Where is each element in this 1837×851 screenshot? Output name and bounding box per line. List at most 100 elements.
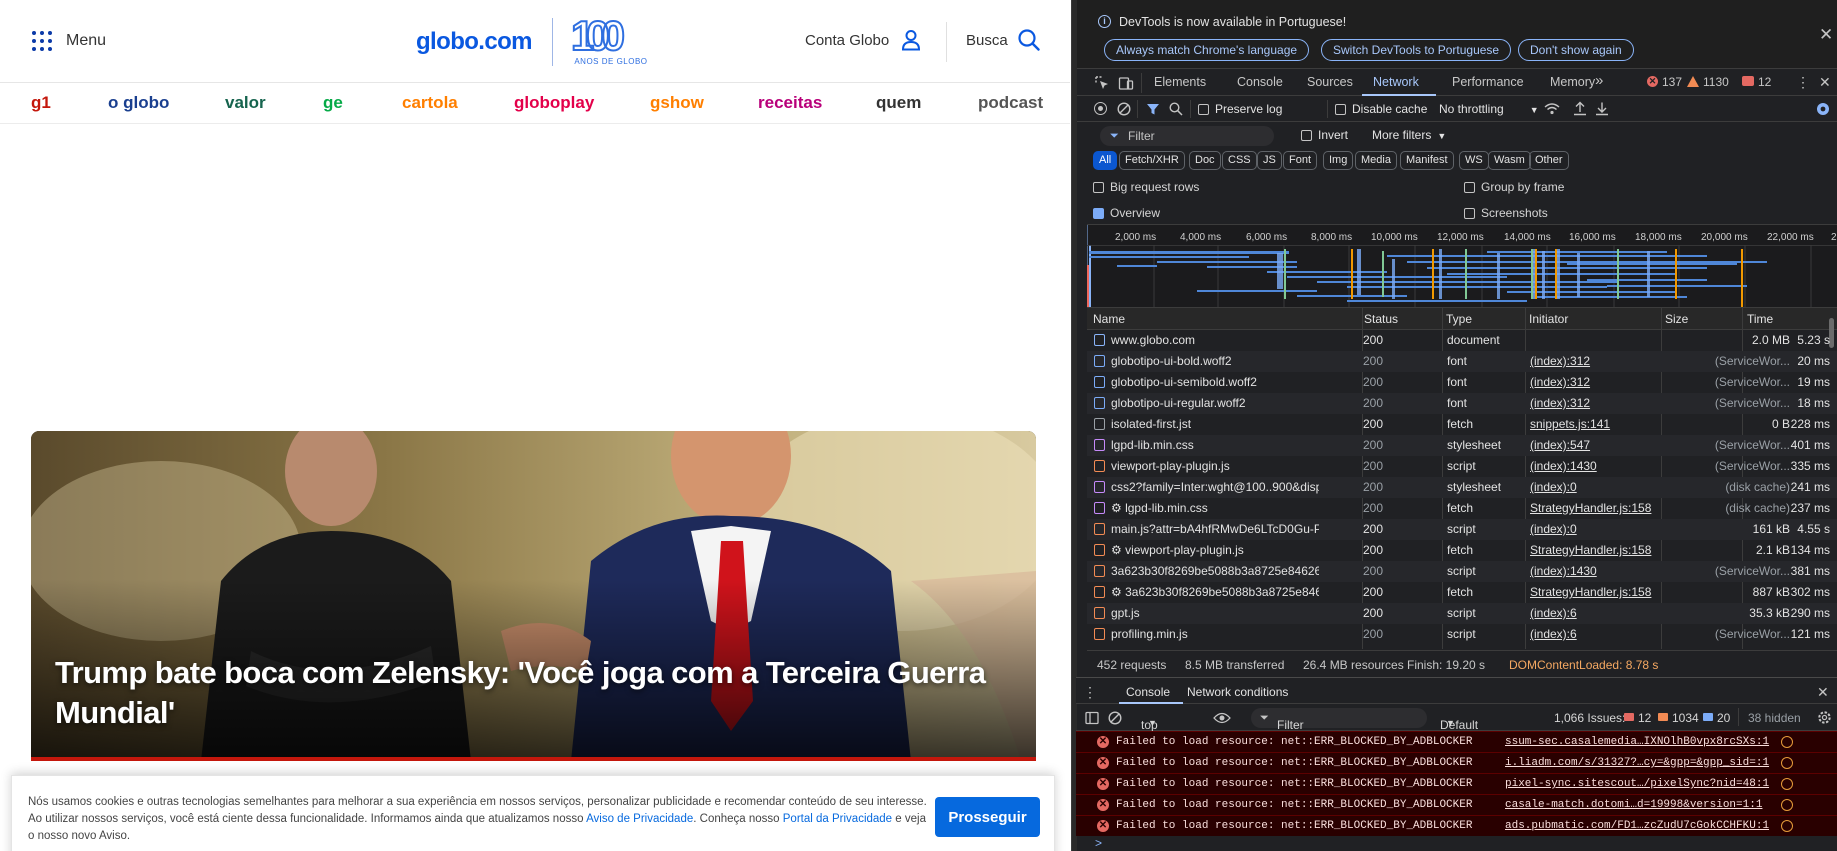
request-initiator[interactable]: (index):312 [1530,396,1665,410]
request-initiator[interactable]: (index):1430 [1530,459,1665,473]
request-initiator[interactable]: (index):6 [1530,606,1665,620]
request-row[interactable]: globotipo-ui-bold.woff2 200 font (index):31… [1087,351,1837,372]
account-button[interactable]: Conta Globo [805,29,921,51]
issues-label[interactable]: 1,066 Issues: [1554,711,1625,725]
device-toolbar-icon[interactable] [1118,75,1134,91]
column-size[interactable]: Size [1665,312,1688,326]
request-initiator[interactable]: (index):0 [1530,480,1665,494]
more-filters-dropdown[interactable]: More filters ▼ [1372,128,1446,142]
request-initiator[interactable]: StrategyHandler.js:158 [1530,585,1665,599]
request-name[interactable]: isolated-first.jst [1111,417,1319,431]
type-filter-js[interactable]: JS [1257,151,1282,170]
ai-insight-icon[interactable] [1781,736,1793,748]
screenshots-checkbox[interactable]: Screenshots [1464,206,1548,220]
brand-link-valor[interactable]: valor [225,93,266,113]
brand-link-quem[interactable]: quem [876,93,921,113]
network-overview-timeline[interactable]: 2,000 ms 4,000 ms 6,000 ms 8,000 ms 10,0… [1087,224,1837,308]
accept-cookies-button[interactable]: Prosseguir [935,797,1040,837]
clear-console-icon[interactable] [1108,711,1122,725]
privacy-notice-link[interactable]: Aviso de Privacidade [586,813,693,825]
brand-link-gshow[interactable]: gshow [650,93,704,113]
brand-link-globoplay[interactable]: globoplay [514,93,594,113]
type-filter-ws[interactable]: WS [1459,151,1489,170]
search-button[interactable]: Busca [966,29,1040,51]
drawer-tab-network-conditions[interactable]: Network conditions [1187,685,1288,699]
request-row[interactable]: globotipo-ui-regular.woff2 200 font (index)… [1087,393,1837,414]
tab-memory[interactable]: Memory [1550,75,1595,89]
tab-performance[interactable]: Performance [1452,75,1524,89]
export-har-icon[interactable] [1595,101,1609,116]
column-type[interactable]: Type [1446,312,1472,326]
type-filter-other[interactable]: Other [1529,151,1569,170]
close-devtools-icon[interactable]: ✕ [1819,75,1831,89]
brand-link-ge[interactable]: ge [323,93,343,113]
invert-checkbox[interactable]: Invert [1301,128,1348,142]
inspect-element-icon[interactable] [1094,75,1110,91]
console-sidebar-icon[interactable] [1085,711,1099,725]
request-name[interactable]: viewport-play-plugin.js [1111,459,1319,473]
console-prompt[interactable]: > [1095,836,1102,850]
overview-checkbox[interactable]: Overview [1093,206,1160,220]
request-row[interactable]: ⚙ viewport-play-plugin.js 200 fetch Strateg… [1087,540,1837,561]
ai-insight-icon[interactable] [1781,820,1793,832]
console-error-message[interactable]: ✕ Failed to load resource: net::ERR_BLOCK… [1076,752,1837,773]
preserve-log-checkbox[interactable]: Preserve log [1198,102,1282,116]
console-message-source[interactable]: ssum-sec.casalemedia…IXNOlhB0vpx8rcSXs:1 [1505,736,1777,748]
ai-insight-icon[interactable] [1781,778,1793,790]
request-row[interactable]: isolated-first.jst 200 fetch snippets.js:14… [1087,414,1837,435]
globo-logo[interactable]: globo.com 100 ANOS DE GLOBO [416,11,651,70]
console-message-source[interactable]: pixel-sync.sitescout…/pixelSync?nid=48:1 [1505,778,1777,790]
request-initiator[interactable]: StrategyHandler.js:158 [1530,543,1665,557]
clear-icon[interactable] [1117,102,1131,116]
brand-link-o-globo[interactable]: o globo [108,93,169,113]
request-initiator[interactable]: snippets.js:141 [1530,417,1665,431]
brand-link-g1[interactable]: g1 [31,93,51,113]
more-tabs-icon[interactable]: » [1595,72,1603,89]
match-language-button[interactable]: Always match Chrome's language [1104,39,1310,61]
record-icon[interactable] [1094,102,1107,115]
request-initiator[interactable]: (index):312 [1530,354,1665,368]
type-filter-fetch-xhr[interactable]: Fetch/XHR [1119,151,1185,170]
request-row[interactable]: gpt.js 200 script (index):6 35.3 kB 290 ms [1087,603,1837,624]
column-initiator[interactable]: Initiator [1529,312,1568,326]
brand-link-receitas[interactable]: receitas [758,93,822,113]
type-filter-doc[interactable]: Doc [1189,151,1221,170]
request-name[interactable]: 3a623b30f8269be5088b3a8725e84626.js [1111,564,1319,578]
console-message-source[interactable]: casale-match.dotomi…d=19998&version=1:1 [1505,799,1777,811]
console-filter-input[interactable]: ⏷ Filter [1251,708,1427,732]
request-name[interactable]: ⚙ 3a623b30f8269be5088b3a8725e84626.js [1111,585,1319,599]
request-name[interactable]: globotipo-ui-regular.woff2 [1111,396,1319,410]
request-name[interactable]: gpt.js [1111,606,1319,620]
request-name[interactable]: ⚙ viewport-play-plugin.js [1111,543,1319,557]
request-row[interactable]: ⚙ lgpd-lib.min.css 200 fetch StrategyHandle… [1087,498,1837,519]
network-settings-gear-icon[interactable] [1815,101,1831,117]
console-settings-gear-icon[interactable] [1817,710,1832,725]
request-initiator[interactable]: (index):312 [1530,375,1665,389]
drawer-tab-console[interactable]: Console [1126,685,1170,699]
column-time[interactable]: Time [1747,312,1773,326]
type-filter-media[interactable]: Media [1355,151,1397,170]
column-name[interactable]: Name [1093,312,1125,326]
tab-network[interactable]: Network [1373,75,1419,89]
brand-link-podcast[interactable]: podcast [978,93,1043,113]
filter-icon[interactable] [1146,102,1160,116]
live-expression-eye-icon[interactable] [1213,712,1231,724]
request-name[interactable]: www.globo.com [1111,333,1319,347]
dont-show-again-button[interactable]: Don't show again [1518,39,1634,61]
request-initiator[interactable]: (index):6 [1530,627,1665,641]
network-filter-input[interactable]: ⏷ Filter [1100,126,1274,146]
request-row[interactable]: ⚙ 3a623b30f8269be5088b3a8725e84626.js 200… [1087,582,1837,603]
network-conditions-icon[interactable] [1544,102,1560,116]
request-initiator[interactable]: (index):0 [1530,522,1665,536]
close-infobar-icon[interactable]: ✕ [1819,25,1833,45]
import-har-icon[interactable] [1573,101,1587,116]
request-row[interactable]: viewport-play-plugin.js 200 script (index):… [1087,456,1837,477]
tab-sources[interactable]: Sources [1307,75,1353,89]
request-name[interactable]: main.js?attr=bA4hfRMwDe6LTcD0Gu-POjf3r..… [1111,522,1319,536]
ai-insight-icon[interactable] [1781,757,1793,769]
console-error-message[interactable]: ✕ Failed to load resource: net::ERR_BLOCK… [1076,731,1837,752]
console-message-source[interactable]: ads.pubmatic.com/FD1…zcZudU7cGokCCHFKU:1 [1505,820,1777,832]
issue-count[interactable]: 12 [1758,75,1771,89]
request-name[interactable]: lgpd-lib.min.css [1111,438,1319,452]
type-filter-font[interactable]: Font [1283,151,1318,170]
